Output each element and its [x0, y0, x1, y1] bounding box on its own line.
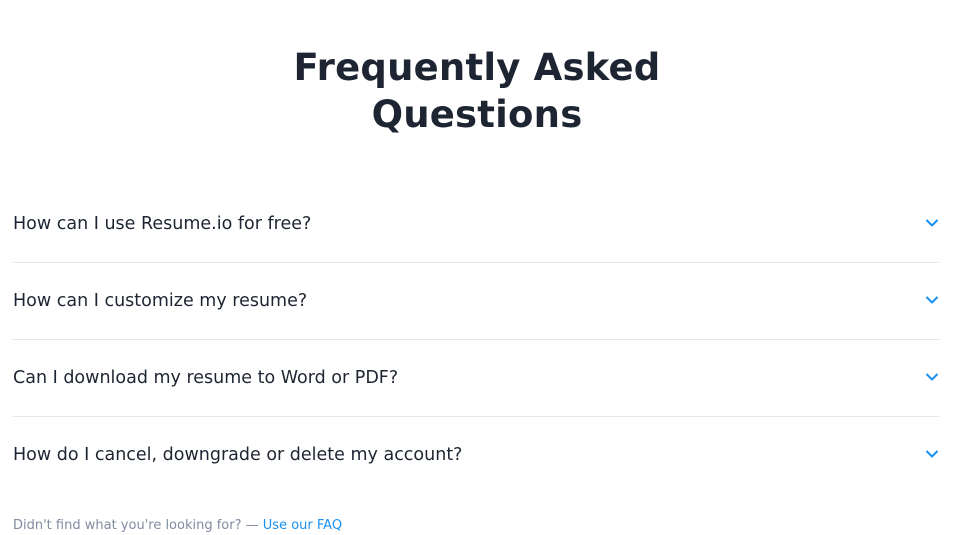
- chevron-down-icon[interactable]: [925, 447, 939, 461]
- faq-item-download-word-pdf[interactable]: Can I download my resume to Word or PDF?: [13, 340, 939, 417]
- faq-question: Can I download my resume to Word or PDF?: [13, 368, 399, 388]
- use-faq-link[interactable]: Use our FAQ: [263, 518, 342, 533]
- faq-item-cancel-account[interactable]: How do I cancel, downgrade or delete my …: [13, 417, 939, 493]
- faq-question: How do I cancel, downgrade or delete my …: [13, 445, 463, 465]
- faq-item-use-for-free[interactable]: How can I use Resume.io for free?: [13, 186, 939, 263]
- faq-list: How can I use Resume.io for free? How ca…: [13, 186, 939, 493]
- faq-question: How can I customize my resume?: [13, 291, 308, 311]
- page-title-line-2: Questions: [371, 93, 583, 136]
- footer-note-text: Didn't find what you're looking for? —: [13, 518, 263, 533]
- page-title-line-1: Frequently Asked: [293, 46, 661, 89]
- chevron-down-icon[interactable]: [925, 293, 939, 307]
- faq-question: How can I use Resume.io for free?: [13, 214, 312, 234]
- chevron-down-icon[interactable]: [925, 216, 939, 230]
- faq-footer-note: Didn't find what you're looking for? — U…: [13, 517, 342, 535]
- chevron-down-icon[interactable]: [925, 370, 939, 384]
- faq-item-customize-resume[interactable]: How can I customize my resume?: [13, 263, 939, 340]
- page-title: Frequently Asked Questions: [0, 44, 954, 138]
